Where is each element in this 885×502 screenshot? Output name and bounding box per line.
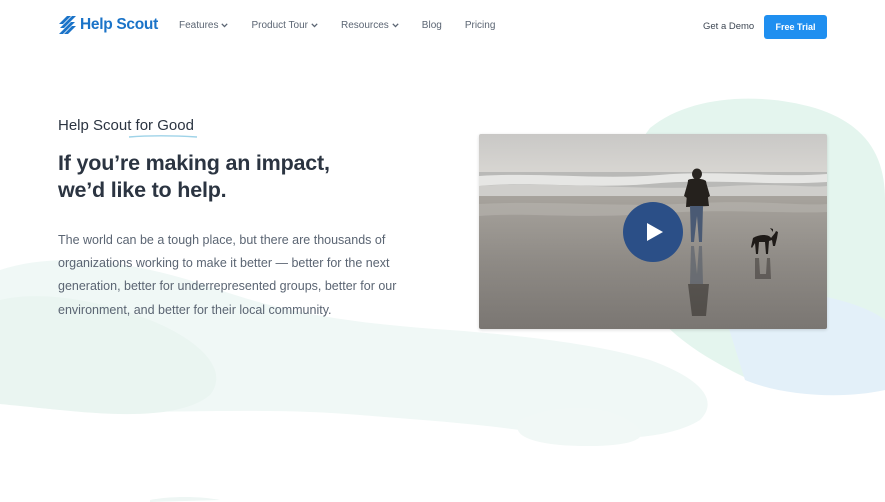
nav-item-resources[interactable]: Resources [341, 20, 399, 31]
logo-text: Help Scout [80, 16, 158, 33]
nav-item-product-tour[interactable]: Product Tour [251, 20, 318, 31]
logo[interactable]: Help Scout [58, 15, 158, 35]
nav-item-label: Resources [340, 20, 389, 31]
get-demo-link[interactable]: Get a Demo [703, 21, 754, 32]
headline-line-2: we’d like to help. [58, 178, 227, 202]
chevron-down-icon [311, 23, 318, 28]
nav-item-blog[interactable]: Blog [422, 20, 442, 31]
nav-item-features[interactable]: Features [179, 20, 229, 31]
play-icon [647, 223, 663, 241]
eyebrow-title: Help Scout for Good [58, 117, 194, 134]
headline-line-1: If you’re making an impact, [58, 151, 330, 175]
chevron-down-icon [221, 23, 229, 28]
hero-section: Help Scout for Good If you’re making an … [58, 116, 428, 322]
free-trial-button[interactable]: Free Trial [764, 15, 827, 39]
nav-item-label: Pricing [464, 20, 496, 31]
site-header: Help Scout Features Product Tour Resourc… [0, 0, 885, 54]
eyebrow-wrapper: Help Scout for Good [58, 116, 198, 138]
hero-body-text: The world can be a tough place, but ther… [58, 233, 397, 317]
nav-item-label: Product Tour [251, 20, 308, 31]
help-scout-logo-icon [59, 16, 76, 34]
page-headline: If you’re making an impact, we’d like to… [58, 150, 428, 204]
nav-item-label: Blog [421, 20, 442, 31]
main-nav: Features Product Tour Resources Blog Pri… [179, 20, 518, 31]
underline-decoration [128, 135, 198, 138]
nav-item-pricing[interactable]: Pricing [465, 20, 496, 31]
chevron-down-icon [392, 23, 399, 28]
video-player[interactable] [479, 134, 827, 329]
nav-item-label: Features [179, 20, 219, 31]
play-button[interactable] [623, 202, 683, 262]
